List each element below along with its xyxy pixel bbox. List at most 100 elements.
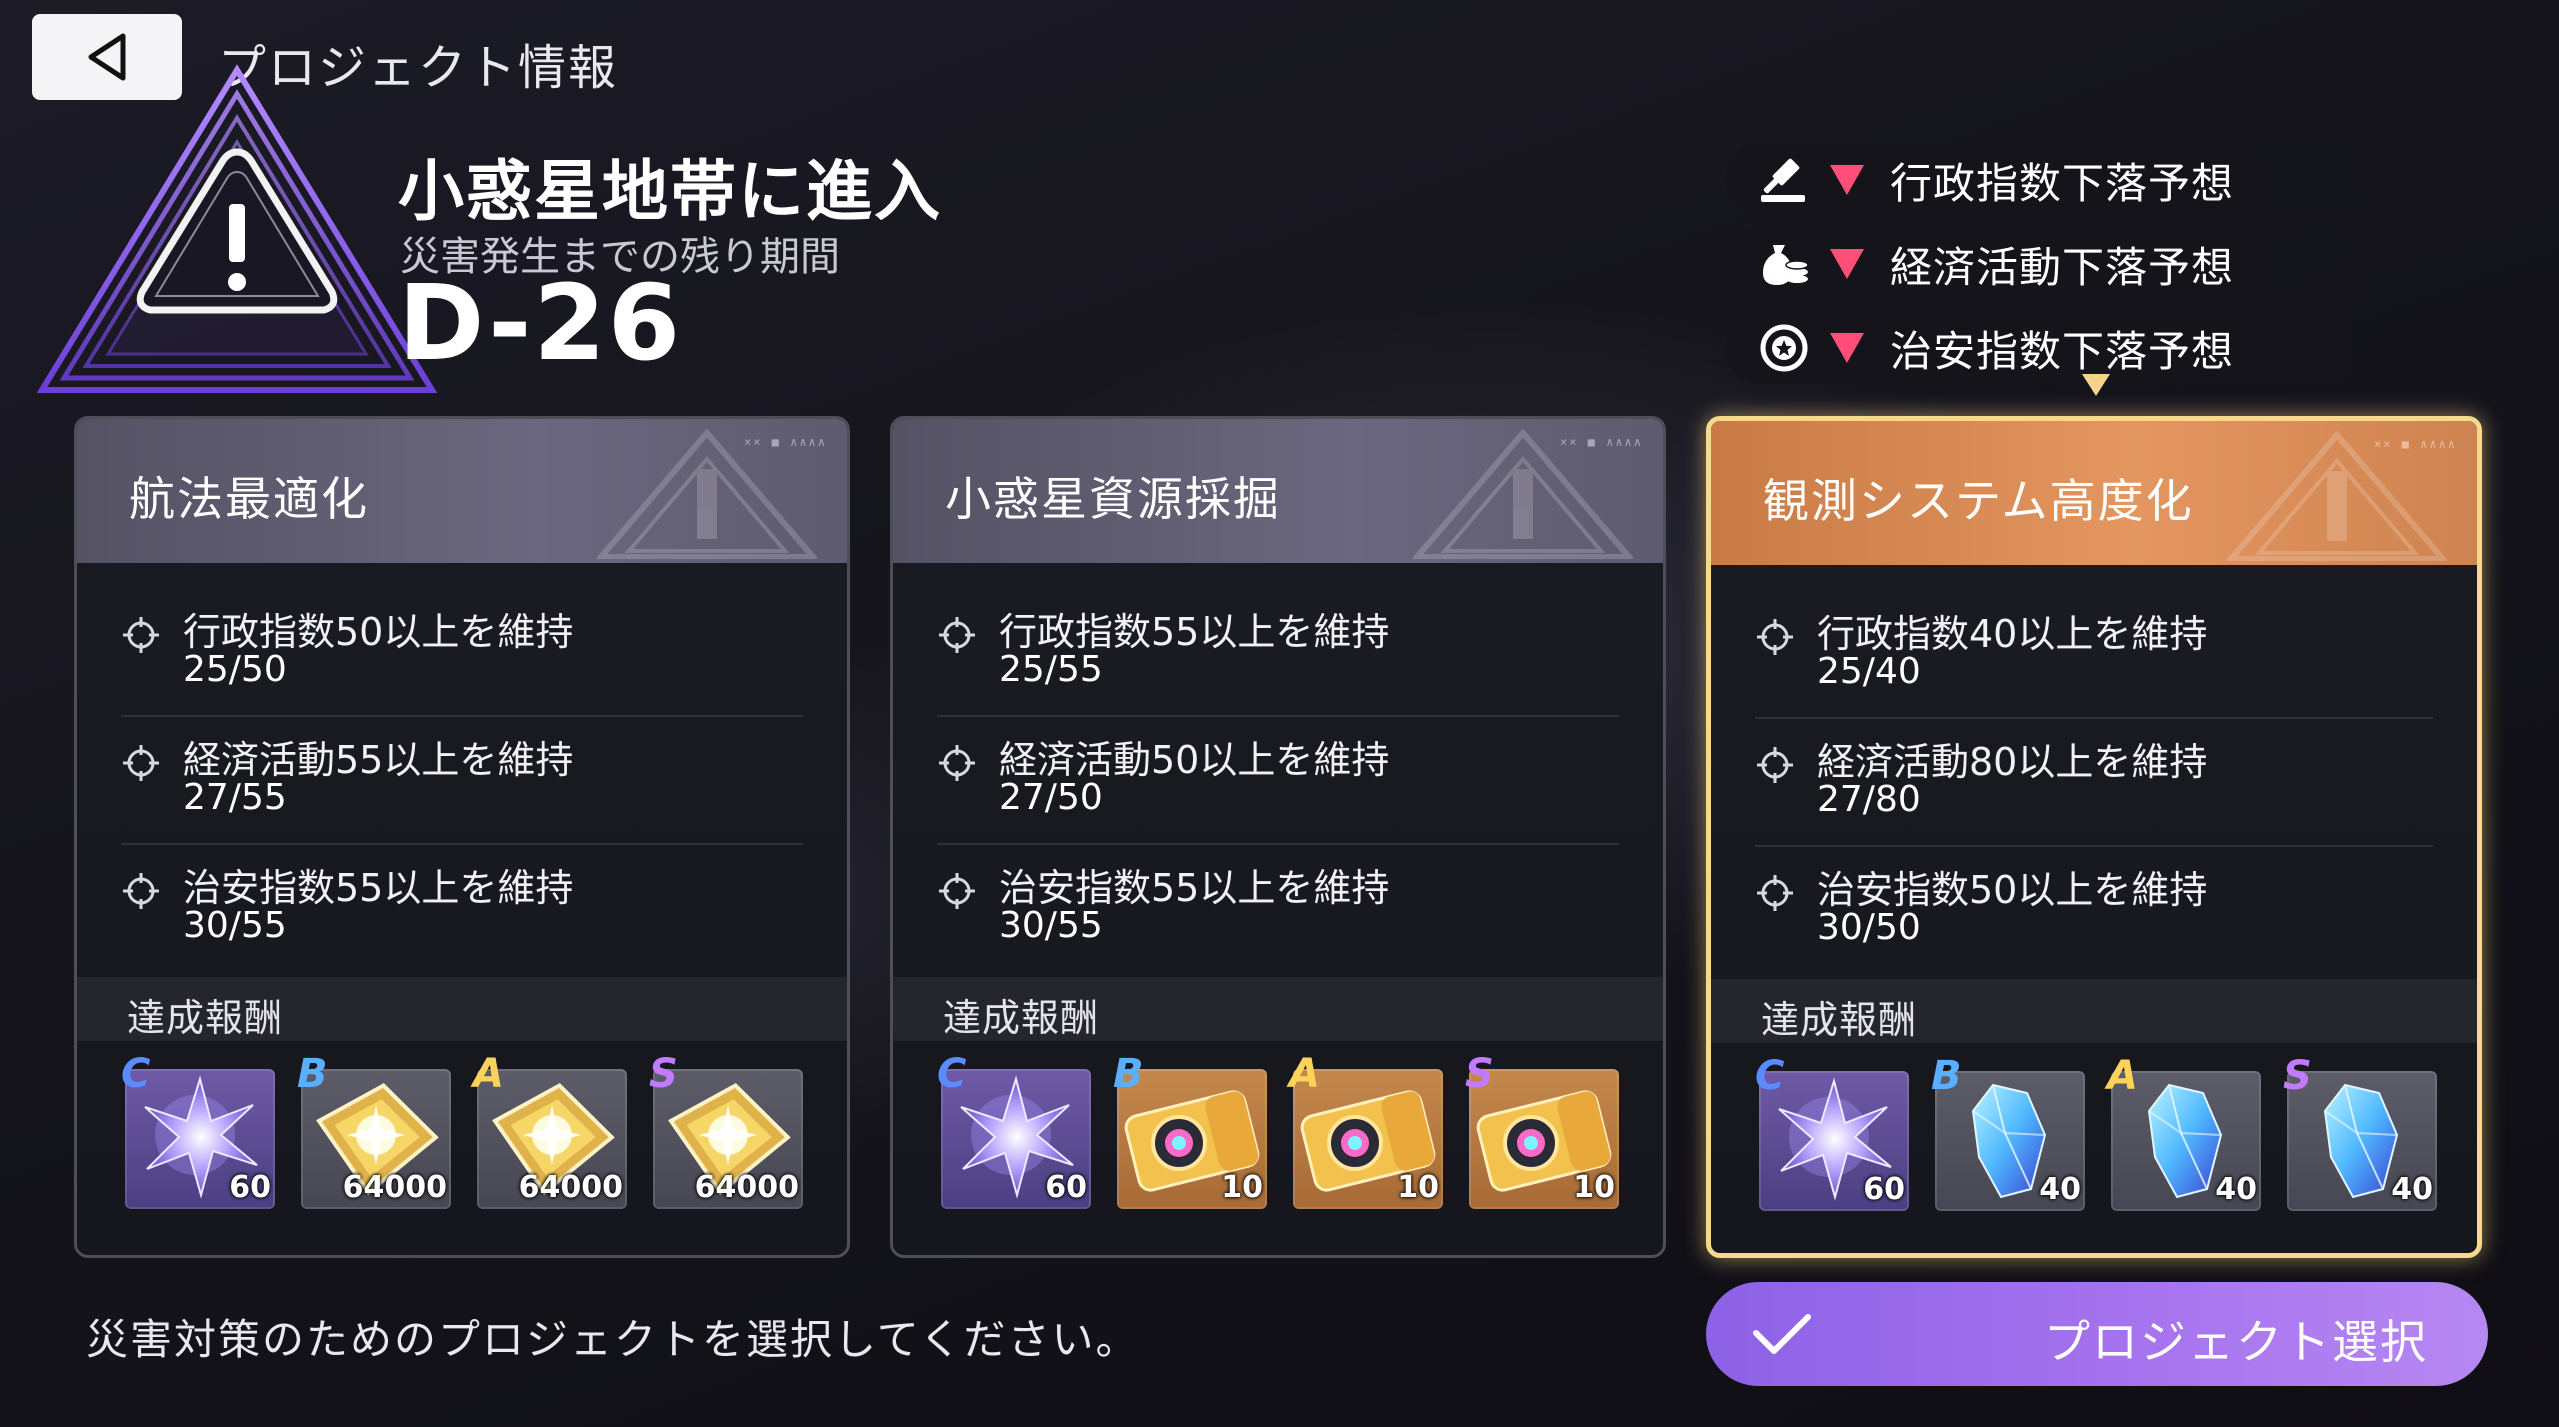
condition-text: 治安指数55以上を維持 [999, 866, 1390, 910]
select-project-button[interactable]: プロジェクト選択 [1706, 1282, 2488, 1386]
reward-quantity: 10 [1573, 1170, 1615, 1205]
target-icon [1757, 747, 1793, 783]
project-card[interactable]: ×× ■ ∧∧∧∧ 観測システム高度化 行政指数40以上を維持 25/40 経済… [1706, 416, 2482, 1258]
project-condition: 行政指数50以上を維持 25/50 [121, 587, 803, 717]
condition-progress: 27/50 [999, 777, 1103, 818]
reward-item-gold-chip[interactable]: A 64000 [473, 1051, 627, 1209]
forecast-administration: 行政指数下落予想 [1724, 144, 2474, 216]
down-arrow-icon [1830, 249, 1864, 279]
down-arrow-icon [1830, 165, 1864, 195]
target-icon [123, 873, 159, 909]
reward-quantity: 10 [1221, 1170, 1263, 1205]
reward-quantity: 10 [1397, 1170, 1439, 1205]
reward-grade: B [1113, 1051, 1144, 1097]
reward-grade: B [297, 1051, 328, 1097]
project-condition: 行政指数55以上を維持 25/55 [937, 587, 1619, 717]
project-card-header: ×× ■ ∧∧∧∧ 航法最適化 [77, 419, 847, 563]
down-arrow-icon [1830, 333, 1864, 363]
condition-text: 行政指数40以上を維持 [1817, 612, 2208, 656]
reward-item-star-crystal[interactable]: C 60 [1755, 1053, 1909, 1211]
badge-icon [1754, 323, 1814, 373]
reward-item-ticket[interactable]: S 10 [1465, 1051, 1619, 1209]
target-icon [939, 745, 975, 781]
countdown-value: D-26 [398, 262, 683, 384]
condition-progress: 27/55 [183, 777, 287, 818]
selection-pointer-icon [2082, 374, 2110, 396]
reward-grade: S [2283, 1053, 2312, 1099]
condition-progress: 25/50 [183, 649, 287, 690]
condition-text: 治安指数55以上を維持 [183, 866, 574, 910]
project-condition: 治安指数55以上を維持 30/55 [121, 843, 803, 971]
target-icon [1757, 619, 1793, 655]
reward-grade: A [1289, 1051, 1320, 1097]
reward-item-blue-crystal[interactable]: A 40 [2107, 1053, 2261, 1211]
instruction-text: 災害対策のためのプロジェクトを選択してください。 [86, 1315, 1140, 1364]
reward-item-gold-chip[interactable]: S 64000 [649, 1051, 803, 1209]
project-condition: 行政指数40以上を維持 25/40 [1755, 589, 2433, 719]
reward-quantity: 40 [2039, 1172, 2081, 1207]
project-condition: 経済活動55以上を維持 27/55 [121, 715, 803, 845]
condition-text: 治安指数50以上を維持 [1817, 868, 2208, 912]
gavel-icon [1754, 155, 1814, 205]
project-title: 観測システム高度化 [1763, 474, 2194, 528]
target-icon [123, 617, 159, 653]
project-condition: 経済活動80以上を維持 27/80 [1755, 717, 2433, 847]
target-icon [939, 617, 975, 653]
forecast-text: 行政指数下落予想 [1890, 158, 2235, 208]
forecast-economy: 経済活動下落予想 [1724, 228, 2474, 300]
select-button-label: プロジェクト選択 [2044, 1315, 2428, 1369]
reward-item-gold-chip[interactable]: B 64000 [297, 1051, 451, 1209]
reward-grade: C [1755, 1053, 1785, 1099]
reward-item-ticket[interactable]: A 10 [1289, 1051, 1443, 1209]
condition-progress: 27/80 [1817, 779, 1921, 820]
reward-quantity: 64000 [518, 1170, 623, 1205]
forecast-text: 治安指数下落予想 [1890, 326, 2235, 376]
reward-section-header: 達成報酬 [77, 977, 847, 1041]
project-card[interactable]: ×× ■ ∧∧∧∧ 小惑星資源採掘 行政指数55以上を維持 25/55 経済活動… [890, 416, 1666, 1258]
reward-grade: C [937, 1051, 967, 1097]
condition-text: 経済活動80以上を維持 [1817, 740, 2208, 784]
forecast-text: 経済活動下落予想 [1890, 242, 2235, 292]
condition-progress: 30/55 [999, 905, 1103, 946]
project-title: 小惑星資源採掘 [945, 472, 1281, 526]
condition-progress: 25/55 [999, 649, 1103, 690]
header-deco-marks: ×× ■ ∧∧∧∧ [743, 435, 827, 449]
project-card-header: ×× ■ ∧∧∧∧ 小惑星資源採掘 [893, 419, 1663, 563]
reward-grade: S [1465, 1051, 1494, 1097]
project-title: 航法最適化 [129, 472, 369, 526]
reward-quantity: 60 [1045, 1170, 1087, 1205]
project-condition: 治安指数55以上を維持 30/55 [937, 843, 1619, 971]
target-icon [939, 873, 975, 909]
money-bag-icon [1754, 239, 1814, 289]
check-icon [1753, 1314, 1811, 1354]
reward-label: 達成報酬 [1761, 998, 1918, 1042]
reward-grade: S [649, 1051, 678, 1097]
warning-emblem-icon [36, 64, 438, 393]
reward-grade: A [2107, 1053, 2138, 1099]
reward-quantity: 60 [229, 1170, 271, 1205]
condition-progress: 30/55 [183, 905, 287, 946]
condition-progress: 30/50 [1817, 907, 1921, 948]
project-condition: 治安指数50以上を維持 30/50 [1755, 845, 2433, 973]
reward-label: 達成報酬 [943, 996, 1100, 1040]
reward-item-star-crystal[interactable]: C 60 [937, 1051, 1091, 1209]
reward-item-blue-crystal[interactable]: B 40 [1931, 1053, 2085, 1211]
condition-text: 行政指数55以上を維持 [999, 610, 1390, 654]
reward-quantity: 60 [1863, 1172, 1905, 1207]
reward-quantity: 64000 [694, 1170, 799, 1205]
header-deco-marks: ×× ■ ∧∧∧∧ [2373, 437, 2457, 451]
project-condition: 経済活動50以上を維持 27/50 [937, 715, 1619, 845]
reward-quantity: 40 [2391, 1172, 2433, 1207]
target-icon [123, 745, 159, 781]
reward-quantity: 40 [2215, 1172, 2257, 1207]
reward-quantity: 64000 [342, 1170, 447, 1205]
header-deco-marks: ×× ■ ∧∧∧∧ [1559, 435, 1643, 449]
project-card[interactable]: ×× ■ ∧∧∧∧ 航法最適化 行政指数50以上を維持 25/50 経済活動55… [74, 416, 850, 1258]
event-title: 小惑星地帯に進入 [398, 153, 942, 230]
reward-section-header: 達成報酬 [893, 977, 1663, 1041]
reward-label: 達成報酬 [127, 996, 284, 1040]
reward-item-ticket[interactable]: B 10 [1113, 1051, 1267, 1209]
reward-item-star-crystal[interactable]: C 60 [121, 1051, 275, 1209]
reward-section-header: 達成報酬 [1711, 979, 2477, 1043]
reward-item-blue-crystal[interactable]: S 40 [2283, 1053, 2437, 1211]
